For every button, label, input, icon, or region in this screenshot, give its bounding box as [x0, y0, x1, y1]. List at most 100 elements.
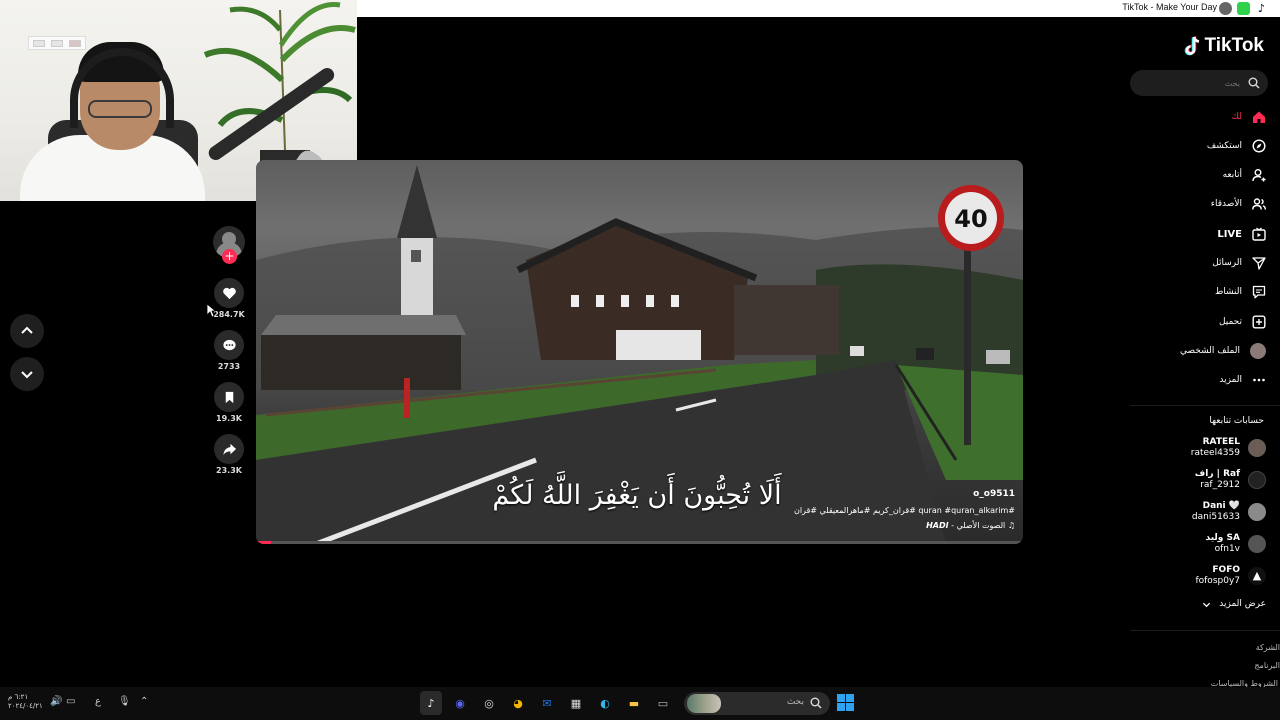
- extension-icon[interactable]: [1237, 2, 1250, 15]
- user-follow-icon: [1252, 169, 1266, 182]
- upload-icon: [1252, 315, 1266, 329]
- video-sound[interactable]: ♫ الصوت الأصلي - HADI: [926, 521, 1015, 530]
- network-icon[interactable]: ▭: [66, 696, 75, 707]
- task-view-icon[interactable]: ▭: [652, 691, 674, 715]
- save-button[interactable]: 19.3K: [209, 382, 249, 423]
- bookmark-icon: [225, 391, 233, 403]
- divider: [1130, 405, 1280, 406]
- account-avatar: [1248, 503, 1266, 521]
- home-icon: [1253, 111, 1265, 123]
- chevron-up-icon[interactable]: ⌃: [140, 696, 148, 707]
- following-account[interactable]: وليد SA ofn1v: [1206, 530, 1266, 558]
- sound-label: الصوت الأصلي -: [951, 521, 1006, 530]
- share-button[interactable]: 23.3K: [209, 434, 249, 475]
- account-avatar: [1248, 471, 1266, 489]
- activity-icon: [1252, 285, 1266, 299]
- tiktok-note-icon: [1184, 36, 1199, 56]
- tiktok-taskbar-icon[interactable]: ♪: [420, 691, 442, 715]
- video-overlay-text: أَلَا تُحِبُّونَ أَن يَغْفِرَ اللَّهُ لَ…: [492, 480, 782, 511]
- clock[interactable]: ٦:٢١ م ٢٠٢٤/٠٤/٢١: [8, 693, 43, 711]
- account-name: وليد SA: [1205, 533, 1240, 543]
- input-language[interactable]: ع: [95, 696, 101, 707]
- nav-upload[interactable]: تحميل: [1219, 311, 1266, 333]
- friends-icon: [1252, 198, 1266, 210]
- account-name: RATEEL: [1202, 437, 1240, 447]
- clock-time: ٦:٢١ م: [8, 693, 29, 701]
- nav-label: النشاط: [1214, 287, 1242, 297]
- account-avatar: [1248, 535, 1266, 553]
- screen: TikTok - Make Your Day ♪ + 284.7K 2733 1…: [0, 0, 1280, 720]
- nav-label: الملف الشخصي: [1180, 346, 1240, 356]
- edge-icon[interactable]: ◐: [594, 691, 616, 715]
- file-explorer-icon[interactable]: ▬: [623, 691, 645, 715]
- nav-for-you[interactable]: لك: [1232, 106, 1266, 128]
- video-author[interactable]: o_o9511: [973, 489, 1015, 499]
- following-account[interactable]: Dani 🤍 dani51633: [1192, 498, 1266, 526]
- pinned-apps: ♪ ◉ ◎ ◕ ✉ ▦ ◐ ▬ ▭: [420, 691, 674, 715]
- following-account[interactable]: راف | Raf raf_2912: [1195, 466, 1266, 494]
- nav-following[interactable]: أتابعه: [1223, 164, 1266, 186]
- more-icon: [1253, 378, 1265, 382]
- search-icon[interactable]: [1248, 77, 1260, 89]
- video-player[interactable]: 40 أَلَا تُحِبُّونَ أَن يَغْفِرَ اللَّهُ…: [256, 160, 1023, 544]
- compass-icon: [1252, 139, 1266, 153]
- save-count: 19.3K: [216, 414, 242, 423]
- show-more-button[interactable]: عرض المزيد: [1202, 599, 1266, 609]
- following-account[interactable]: RATEEL rateel4359: [1191, 434, 1266, 462]
- progress-track[interactable]: [256, 541, 1023, 544]
- next-video-button[interactable]: [10, 357, 44, 391]
- comment-icon: [222, 339, 236, 350]
- microphone-icon[interactable]: 🎙: [118, 696, 131, 707]
- sidebar: TikTok لك استكشف أتابعه الأصدقاء LIVE ال…: [1130, 17, 1280, 688]
- account-name: Dani 🤍: [1202, 501, 1240, 511]
- outlook-icon[interactable]: ✉: [536, 691, 558, 715]
- tiktok-logo[interactable]: TikTok: [1184, 35, 1264, 57]
- speed-sign-number: 40: [954, 205, 987, 233]
- nav-friends[interactable]: الأصدقاء: [1211, 193, 1266, 215]
- nav-profile[interactable]: الملف الشخصي: [1180, 340, 1266, 362]
- sound-author: HADI: [926, 521, 949, 530]
- music-note-icon: ♫: [1005, 521, 1015, 530]
- discord-icon[interactable]: ◉: [449, 691, 471, 715]
- share-count: 23.3K: [216, 466, 242, 475]
- nav-live[interactable]: LIVE: [1217, 223, 1266, 245]
- window-title-bar: TikTok - Make Your Day ♪: [357, 0, 1280, 17]
- search-box[interactable]: [1130, 70, 1268, 96]
- following-title: حسابات تتابعها: [1209, 416, 1264, 426]
- search-input[interactable]: [1140, 74, 1240, 92]
- send-icon: [1252, 257, 1266, 270]
- taskbar-search[interactable]: بحث: [684, 692, 830, 715]
- chrome-icon[interactable]: ◕: [507, 691, 529, 715]
- account-name: راف | Raf: [1194, 469, 1240, 479]
- comment-button[interactable]: 2733: [209, 330, 249, 371]
- footer-link-program[interactable]: البرنامج: [1254, 661, 1280, 670]
- nav-explore[interactable]: استكشف: [1207, 135, 1266, 157]
- nav-label: استكشف: [1206, 141, 1242, 151]
- volume-icon[interactable]: 🔊: [50, 696, 62, 707]
- show-more-label: عرض المزيد: [1219, 599, 1266, 609]
- live-icon: [1252, 227, 1266, 241]
- progress-bar[interactable]: [256, 541, 272, 544]
- previous-video-button[interactable]: [10, 314, 44, 348]
- footer-link-company[interactable]: الشركة: [1256, 643, 1280, 652]
- account-handle: fofosp0y7: [1195, 576, 1240, 586]
- logo-text: TikTok: [1204, 35, 1264, 56]
- nav-more[interactable]: المزيد: [1219, 369, 1266, 391]
- search-icon: [810, 697, 822, 709]
- follow-plus-button[interactable]: +: [222, 249, 237, 264]
- account-handle: rateel4359: [1190, 448, 1240, 458]
- obs-icon[interactable]: ◎: [478, 691, 500, 715]
- windows-start-icon[interactable]: [837, 694, 854, 711]
- heart-icon: [222, 287, 236, 299]
- creator-avatar[interactable]: +: [213, 226, 245, 266]
- nav-label: الرسائل: [1212, 258, 1242, 268]
- window-title: TikTok - Make Your Day: [1122, 2, 1217, 12]
- nav-messages[interactable]: الرسائل: [1212, 252, 1266, 274]
- account-handle: dani51633: [1191, 512, 1240, 522]
- mouse-cursor-icon: [206, 303, 216, 318]
- following-account[interactable]: FOFO fofosp0y7 ▲: [1195, 562, 1266, 590]
- store-icon[interactable]: ▦: [565, 691, 587, 715]
- comment-count: 2733: [217, 362, 241, 371]
- account-handle: ofn1v: [1214, 544, 1240, 554]
- nav-activity[interactable]: النشاط: [1215, 281, 1266, 303]
